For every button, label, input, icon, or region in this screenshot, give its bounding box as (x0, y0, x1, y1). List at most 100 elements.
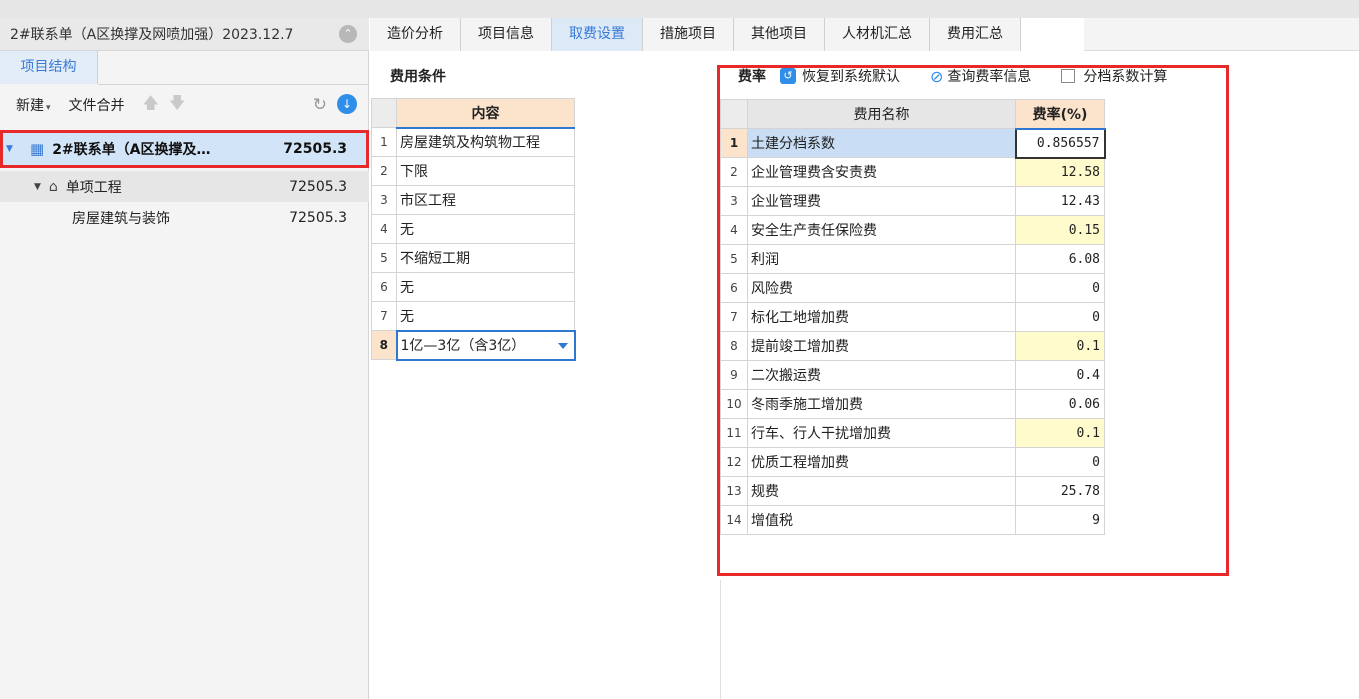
table-row[interactable]: 3 企业管理费 12.43 (720, 186, 1105, 216)
merge-file-button[interactable]: 文件合并 (69, 95, 125, 115)
condition-cell[interactable]: 无 (396, 272, 575, 302)
condition-cell[interactable]: 下限 (396, 156, 575, 186)
new-button[interactable]: 新建 ▾ (16, 95, 51, 115)
tab-project-info[interactable]: 项目信息 (461, 18, 552, 51)
conditions-title: 费用条件 (390, 69, 446, 85)
header-corner (720, 99, 748, 129)
rate-value-cell[interactable]: 0.1 (1015, 331, 1105, 361)
table-row[interactable]: 4无 (371, 214, 575, 244)
tree-leaf-value: 72505.3 (289, 209, 347, 226)
rate-name-cell[interactable]: 企业管理费 (747, 186, 1016, 216)
move-up-icon[interactable]: 🡅 (143, 92, 159, 119)
tab-measures[interactable]: 措施项目 (643, 18, 734, 51)
tab-project-structure[interactable]: 项目结构 (0, 51, 98, 84)
dropdown-arrow-icon[interactable] (557, 342, 568, 349)
tree-sub-item[interactable]: ▼ ⌂ 单项工程 72505.3 (0, 171, 369, 202)
new-label: 新建 (16, 98, 44, 114)
restore-label: 恢复到系统默认 (802, 69, 900, 85)
table-row[interactable]: 11 行车、行人干扰增加费 0.1 (720, 418, 1105, 448)
rate-value-cell[interactable]: 6.08 (1015, 244, 1105, 274)
condition-cell[interactable]: 无 (396, 214, 575, 244)
tab-other-items[interactable]: 其他项目 (734, 18, 825, 51)
table-row[interactable]: 6 风险费 0 (720, 273, 1105, 303)
condition-cell[interactable]: 市区工程 (396, 185, 575, 215)
rate-value-cell[interactable]: 0.1 (1015, 418, 1105, 448)
table-row[interactable]: 10 冬雨季施工增加费 0.06 (720, 389, 1105, 419)
rate-value-cell[interactable]: 0 (1015, 302, 1105, 332)
rate-value-cell[interactable]: 0.06 (1015, 389, 1105, 419)
rate-value-cell[interactable]: 0 (1015, 273, 1105, 303)
tree-leaf-name: 房屋建筑与装饰 (72, 210, 170, 227)
table-row[interactable]: 2 下限 (371, 156, 575, 186)
rate-value-cell[interactable]: 12.43 (1015, 186, 1105, 216)
query-rate-button[interactable]: ⊘ 查询费率信息 (930, 66, 1031, 86)
table-row[interactable]: 7无 (371, 301, 575, 331)
building-icon: ▦ (30, 140, 45, 158)
expand-icon[interactable]: ▼ (34, 182, 41, 192)
rate-name-cell[interactable]: 风险费 (747, 273, 1016, 303)
table-row[interactable]: 5 利润 6.08 (720, 244, 1105, 274)
window-top-strip (0, 0, 1359, 18)
restore-default-button[interactable]: ↺ 恢复到系统默认 (780, 66, 900, 86)
download-icon[interactable]: ↓ (337, 94, 357, 114)
expand-icon[interactable]: ▼ (6, 144, 20, 154)
tree-root-item[interactable]: ▼ ▦ 2#联系单（A区换撑及… 72505.3 (0, 130, 369, 168)
rate-name-cell[interactable]: 标化工地增加费 (747, 302, 1016, 332)
row-number: 10 (720, 389, 748, 419)
table-row[interactable]: 12 优质工程增加费 0 (720, 447, 1105, 477)
rate-value-cell[interactable]: 25.78 (1015, 476, 1105, 506)
rate-name-cell[interactable]: 二次搬运费 (747, 360, 1016, 390)
table-row[interactable]: 4 安全生产责任保险费 0.15 (720, 215, 1105, 245)
table-row[interactable]: 3 市区工程 (371, 185, 575, 215)
table-row[interactable]: 5 不缩短工期 (371, 243, 575, 273)
rate-value-cell[interactable]: 0 (1015, 447, 1105, 477)
table-row[interactable]: 13 规费 25.78 (720, 476, 1105, 506)
condition-cell[interactable]: 无 (396, 301, 575, 331)
rate-value-cell[interactable]: 12.58 (1015, 157, 1105, 187)
tier-coefficient-checkbox[interactable]: 分档系数计算 (1061, 66, 1167, 86)
condition-cell[interactable]: 不缩短工期 (396, 243, 575, 273)
collapse-icon[interactable]: ⌃ (339, 25, 357, 43)
query-label: 查询费率信息 (947, 69, 1032, 85)
table-row[interactable]: 7 标化工地增加费 0 (720, 302, 1105, 332)
tab-labor-material-summary[interactable]: 人材机汇总 (825, 18, 930, 51)
rate-name-cell[interactable]: 企业管理费含安责费 (747, 157, 1016, 187)
table-row-selected[interactable]: 1 土建分档系数 0.856557 (720, 127, 1106, 159)
table-row[interactable]: 8 提前竣工增加费 0.1 (720, 331, 1105, 361)
row-number: 3 (371, 185, 397, 215)
rate-value-cell[interactable]: 0.856557 (1014, 127, 1106, 159)
table-row[interactable]: 1 房屋建筑及构筑物工程 (371, 127, 575, 157)
rate-name-cell[interactable]: 优质工程增加费 (747, 447, 1016, 477)
row-number: 8 (371, 330, 397, 360)
rate-name-cell[interactable]: 安全生产责任保险费 (747, 215, 1016, 245)
checkbox-icon[interactable] (1061, 69, 1076, 83)
row-number: 6 (720, 273, 748, 303)
table-row[interactable]: 6无 (371, 272, 575, 302)
rate-name-cell[interactable]: 冬雨季施工增加费 (747, 389, 1016, 419)
refresh-icon[interactable]: ↻ (313, 95, 327, 115)
row-number: 5 (371, 243, 397, 273)
table-row[interactable]: 2 企业管理费含安责费 12.58 (720, 157, 1105, 187)
table-row[interactable]: 9 二次搬运费 0.4 (720, 360, 1105, 390)
rate-value-cell[interactable]: 9 (1015, 505, 1105, 535)
rate-name-cell[interactable]: 规费 (747, 476, 1016, 506)
rate-name-cell[interactable]: 行车、行人干扰增加费 (747, 418, 1016, 448)
table-row[interactable]: 14 增值税 9 (720, 505, 1105, 535)
rate-name-cell[interactable]: 利润 (747, 244, 1016, 274)
tab-cost-analysis[interactable]: 造价分析 (370, 18, 461, 51)
tab-fee-settings[interactable]: 取费设置 (552, 18, 643, 51)
condition-cell[interactable]: 房屋建筑及构筑物工程 (396, 127, 575, 157)
rate-value-cell[interactable]: 0.15 (1015, 215, 1105, 245)
tree-sub-name: 单项工程 (65, 179, 122, 196)
move-down-icon[interactable]: 🡇 (169, 92, 185, 119)
rate-name-cell[interactable]: 土建分档系数 (747, 128, 1016, 158)
condition-select[interactable]: 1亿—3亿（含3亿） (395, 329, 576, 361)
rate-value-cell[interactable]: 0.4 (1015, 360, 1105, 390)
rate-name-cell[interactable]: 增值税 (747, 505, 1016, 535)
table-row-selected[interactable]: 8 1亿—3亿（含3亿） (371, 329, 576, 361)
tab-fee-summary[interactable]: 费用汇总 (930, 18, 1021, 51)
row-number: 2 (720, 157, 748, 187)
rate-name-cell[interactable]: 提前竣工增加费 (747, 331, 1016, 361)
condition-select-value: 1亿—3亿（含3亿） (400, 338, 526, 354)
tree-leaf-item[interactable]: 房屋建筑与装饰 72505.3 (0, 202, 369, 233)
